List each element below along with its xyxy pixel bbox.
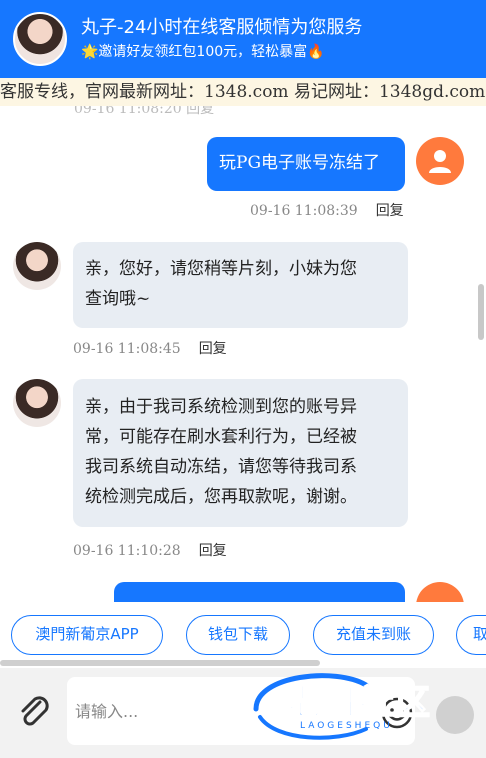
previous-message-time: 09-16 11:08:20 回复	[74, 106, 215, 117]
message-line: 我司系统自动冻结，请您等待我司系	[85, 457, 357, 477]
agent-avatar	[13, 242, 61, 290]
reply-link[interactable]: 回复	[199, 341, 227, 357]
quick-bar-scrollbar[interactable]	[0, 660, 320, 666]
chat-messages[interactable]: 09-16 11:08:20 回复 玩PG电子账号冻结了 09-16 11:08…	[0, 106, 486, 602]
header-title: 丸子-24小时在线客服倾情为您服务	[81, 17, 363, 38]
message-bubble-incoming[interactable]: 亲，您好，请您稍等片刻，小妹为您 查询哦~	[73, 242, 408, 328]
message-line: 亲，由于我司系统检测到您的账号异	[85, 397, 357, 417]
chat-header: 丸子-24小时在线客服倾情为您服务 🌟邀请好友领红包100元，轻松暴富🔥	[0, 0, 486, 78]
quick-button-app[interactable]: 澳門新葡京APP	[11, 615, 163, 655]
message-time: 09-16 11:10:28	[73, 543, 181, 559]
quick-button-deposit-issue[interactable]: 充值未到账	[313, 615, 434, 655]
message-line: 查询哦~	[85, 289, 151, 309]
attachment-icon[interactable]	[14, 692, 54, 732]
message-line: 常，可能存在刷水套利行为，已经被	[85, 427, 357, 447]
notice-marquee: 客服专线，官网最新网址：1348.com 易记网址：1348gd.com	[0, 78, 486, 106]
header-subtitle: 🌟邀请好友领红包100元，轻松暴富🔥	[81, 44, 325, 60]
message-meta: 09-16 11:10:28 回复	[73, 540, 227, 560]
input-bar	[0, 668, 486, 758]
user-icon	[429, 150, 451, 173]
message-meta: 09-16 11:08:39 回复	[250, 200, 404, 220]
message-time: 09-16 11:08:45	[73, 341, 181, 357]
quick-button-wallet-download[interactable]: 钱包下载	[186, 615, 290, 655]
message-meta: 09-16 11:08:45 回复	[73, 338, 227, 358]
user-avatar	[416, 582, 464, 602]
reply-link[interactable]: 回复	[199, 543, 227, 559]
emoji-icon[interactable]	[380, 696, 414, 730]
message-bubble-outgoing-partial[interactable]	[114, 582, 405, 602]
message-line: 亲，您好，请您稍等片刻，小妹为您	[85, 259, 357, 279]
user-avatar	[416, 137, 464, 185]
message-time: 09-16 11:08:39	[250, 203, 358, 219]
quick-reply-bar: 澳門新葡京APP 钱包下载 充值未到账 取	[0, 602, 486, 668]
reply-link[interactable]: 回复	[376, 203, 404, 219]
message-input[interactable]	[67, 677, 415, 745]
message-line: 统检测完成后，您再取款呢，谢谢。	[85, 487, 357, 507]
more-options-button[interactable]	[436, 696, 474, 734]
chat-scrollbar[interactable]	[478, 284, 484, 340]
quick-button-partial[interactable]: 取	[456, 615, 486, 655]
message-bubble-incoming[interactable]: 亲，由于我司系统检测到您的账号异 常，可能存在刷水套利行为，已经被 我司系统自动…	[73, 379, 408, 527]
agent-avatar	[13, 12, 67, 66]
agent-avatar	[13, 379, 61, 427]
message-bubble-outgoing[interactable]: 玩PG电子账号冻结了	[207, 137, 405, 191]
